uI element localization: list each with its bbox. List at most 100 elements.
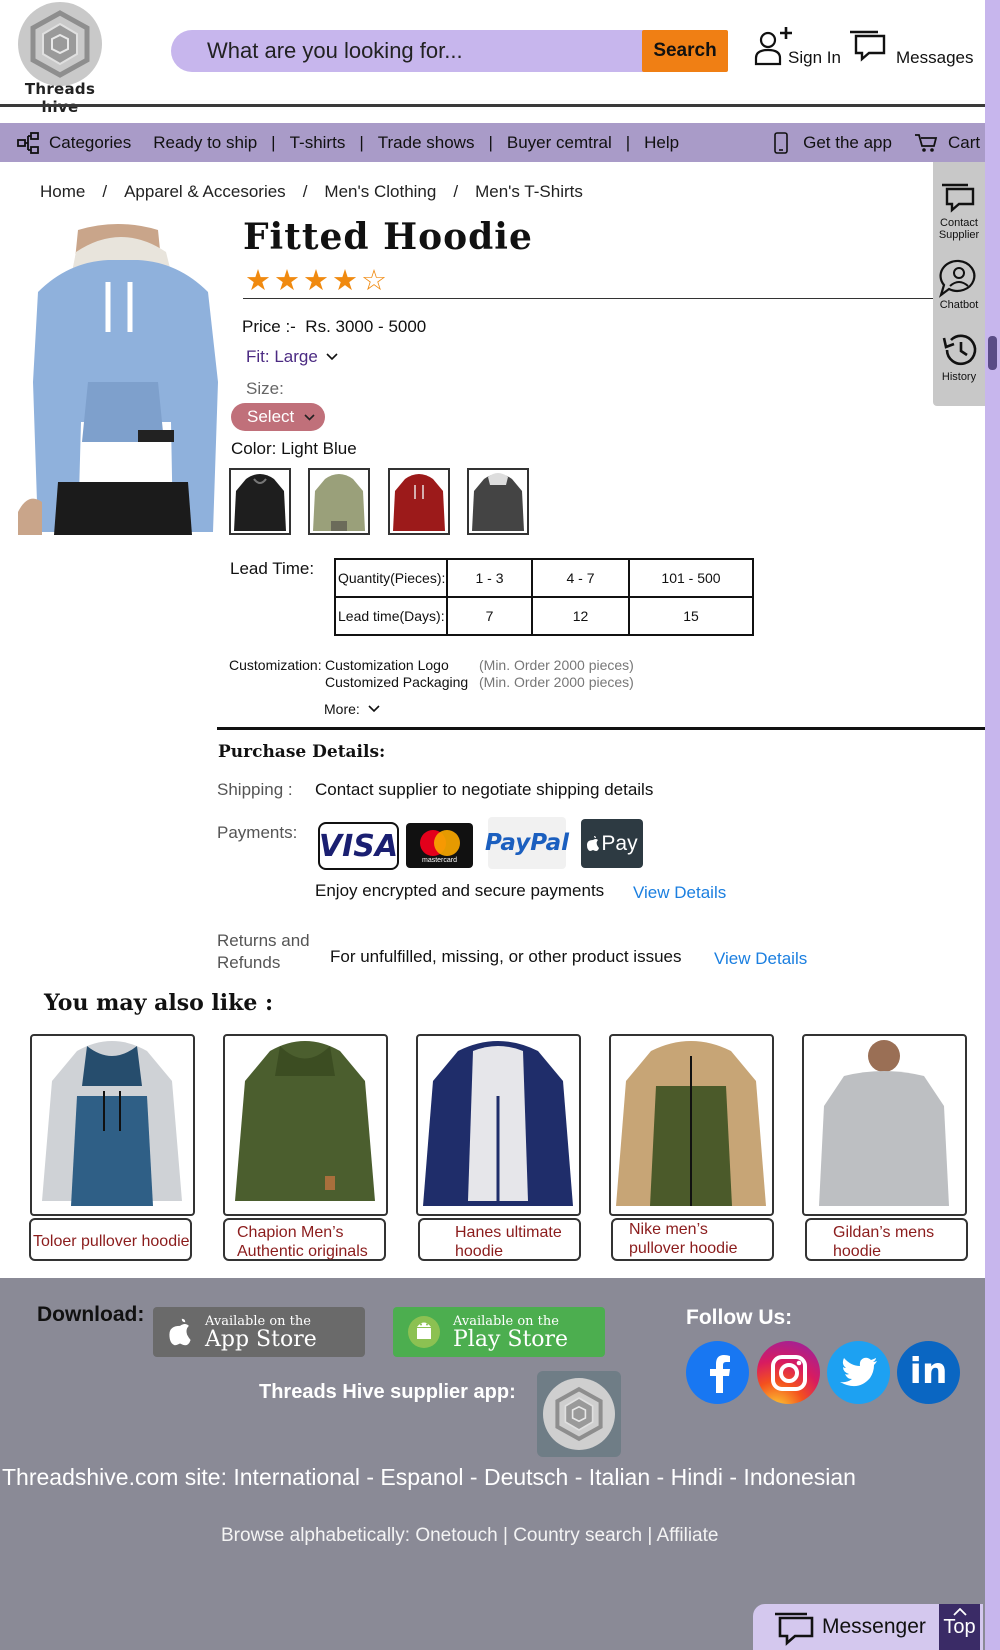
search-input[interactable] <box>207 38 607 64</box>
returns-view-details-link[interactable]: View Details <box>714 949 807 969</box>
customization-packaging-note: (Min. Order 2000 pieces) <box>479 674 634 690</box>
hoodie-thumbnail <box>393 473 445 531</box>
chatbot-label: Chatbot <box>939 299 979 311</box>
play-store-big-text: Play Store <box>453 1326 569 1352</box>
apple-pay-logo: Pay <box>581 819 643 868</box>
price-value: Rs. 3000 - 5000 <box>305 317 427 336</box>
follow-us-label: Follow Us: <box>686 1306 793 1329</box>
breadcrumb-home[interactable]: Home <box>40 182 85 202</box>
customization-logo: Customization Logo <box>325 657 449 673</box>
chatbot-icon <box>938 259 976 298</box>
history-label: History <box>941 371 977 383</box>
customization-label: Customization: <box>229 657 322 673</box>
price-label: Price :- <box>242 317 296 336</box>
nav-get-app[interactable]: Get the app <box>803 133 892 153</box>
mastercard-text: mastercard <box>421 856 457 864</box>
nav-item-ready-to-ship[interactable]: Ready to ship <box>153 133 257 153</box>
table-cell: 4 - 7 <box>531 558 630 598</box>
lead-time-table: Quantity(Pieces): 1 - 3 4 - 7 101 - 500 … <box>334 558 754 636</box>
history-icon <box>942 334 977 366</box>
nav-item-tshirts[interactable]: T-shirts <box>290 133 346 153</box>
search-button[interactable]: Search <box>642 30 728 72</box>
scrollbar-thumb[interactable] <box>988 336 997 370</box>
browse-links[interactable]: Browse alphabetically: Onetouch | Countr… <box>221 1525 718 1547</box>
product-card-label[interactable]: Nike men’s pullover hoodie <box>611 1218 774 1261</box>
logo[interactable]: Threads hive <box>10 2 110 116</box>
contact-supplier-button[interactable]: Contact Supplier <box>933 182 985 241</box>
product-card-image[interactable] <box>609 1034 774 1216</box>
nav-item-help[interactable]: Help <box>644 133 679 153</box>
product-card-label[interactable]: Hanes ultimate hoodie <box>418 1218 581 1261</box>
lead-time-label: Lead Time: <box>230 559 315 578</box>
site-languages[interactable]: Threadshive.com site: International - Es… <box>2 1464 856 1491</box>
search-bar: Search <box>171 30 728 72</box>
star-filled-icon: ★ <box>303 265 332 297</box>
payments-view-details-link[interactable]: View Details <box>633 883 726 903</box>
paypal-logo: PayPal <box>485 817 569 869</box>
product-card-image[interactable] <box>30 1034 195 1216</box>
table-cell: 12 <box>531 596 630 636</box>
contact-supplier-label: Contact Supplier <box>933 217 985 241</box>
nav-bar: Categories Ready to ship | T-shirts | Tr… <box>0 123 985 162</box>
product-title: Fitted Hoodie <box>243 216 533 258</box>
breadcrumb-mens-tshirts[interactable]: Men's T-Shirts <box>475 182 583 202</box>
fit-dropdown[interactable]: Fit: Large <box>246 347 338 367</box>
chatbot-button[interactable]: Chatbot <box>933 258 985 311</box>
breadcrumb-mens-clothing[interactable]: Men's Clothing <box>324 182 436 202</box>
product-card-label[interactable]: Toloer pullover hoodie <box>29 1218 192 1261</box>
card-label-line2: hoodie <box>455 1243 504 1260</box>
title-divider <box>243 298 933 299</box>
product-image[interactable] <box>18 222 223 535</box>
categories-icon <box>17 131 39 154</box>
app-store-button[interactable]: Available on the App Store <box>153 1307 365 1357</box>
back-to-top-button[interactable]: Top <box>939 1604 980 1650</box>
messages-link[interactable]: Messages <box>848 30 973 70</box>
color-swatch-charcoal[interactable] <box>467 468 529 535</box>
card-label-line2: Authentic originals <box>237 1243 368 1260</box>
hoodie-image <box>616 1041 766 1206</box>
facebook-f-glyph <box>709 1354 730 1393</box>
product-card-label[interactable]: Chapion Men’s Authentic originals <box>223 1218 386 1261</box>
nav-categories[interactable]: Categories <box>49 133 131 153</box>
messages-label: Messages <box>896 48 974 67</box>
facebook-icon[interactable] <box>686 1341 749 1404</box>
page-scrollbar[interactable] <box>985 0 1000 1650</box>
play-store-button[interactable]: Available on the Play Store <box>393 1307 605 1357</box>
nav-item-trade-shows[interactable]: Trade shows <box>378 133 475 153</box>
product-card-image[interactable] <box>416 1034 581 1216</box>
apple-icon <box>169 1318 191 1346</box>
product-card-image[interactable] <box>223 1034 388 1216</box>
linkedin-icon[interactable]: in <box>897 1341 960 1404</box>
card-label-line1: Gildan’s mens <box>833 1224 935 1241</box>
mastercard-logo: mastercard <box>406 823 473 868</box>
nav-separator: | <box>625 132 631 152</box>
table-cell: 15 <box>628 596 754 636</box>
sign-in-label: Sign In <box>788 48 841 67</box>
color-swatch-black[interactable] <box>229 468 291 535</box>
product-card-label[interactable]: Gildan’s mens hoodie <box>805 1218 968 1261</box>
twitter-bird-glyph <box>839 1357 877 1386</box>
header-divider <box>0 104 985 107</box>
twitter-icon[interactable] <box>827 1341 890 1404</box>
nav-item-buyer-central[interactable]: Buyer cemtral <box>507 133 612 153</box>
returns-label-line2: Refunds <box>217 953 281 972</box>
hoodie-image <box>235 1041 375 1201</box>
contact-label-line1: Contact <box>940 217 978 229</box>
hoodie-image <box>423 1041 573 1206</box>
breadcrumb-apparel[interactable]: Apparel & Accesories <box>124 182 286 202</box>
shipping-label: Shipping : <box>217 780 293 799</box>
instagram-icon[interactable] <box>757 1341 820 1404</box>
messenger-label: Messenger <box>822 1615 926 1638</box>
product-card-image[interactable] <box>802 1034 967 1216</box>
also-like-heading: You may also like : <box>44 990 274 1016</box>
nav-cart[interactable]: Cart <box>948 133 980 153</box>
payments-label: Payments: <box>217 823 298 842</box>
sign-in-link[interactable]: Sign In <box>752 24 848 70</box>
chevron-down-icon <box>368 705 380 713</box>
history-button[interactable]: History <box>933 332 985 383</box>
size-select[interactable]: Select <box>231 403 325 431</box>
color-swatch-red[interactable] <box>388 468 450 535</box>
supplier-app-logo[interactable] <box>537 1371 621 1457</box>
color-swatch-olive[interactable] <box>308 468 370 535</box>
more-dropdown[interactable]: More: <box>324 701 380 717</box>
